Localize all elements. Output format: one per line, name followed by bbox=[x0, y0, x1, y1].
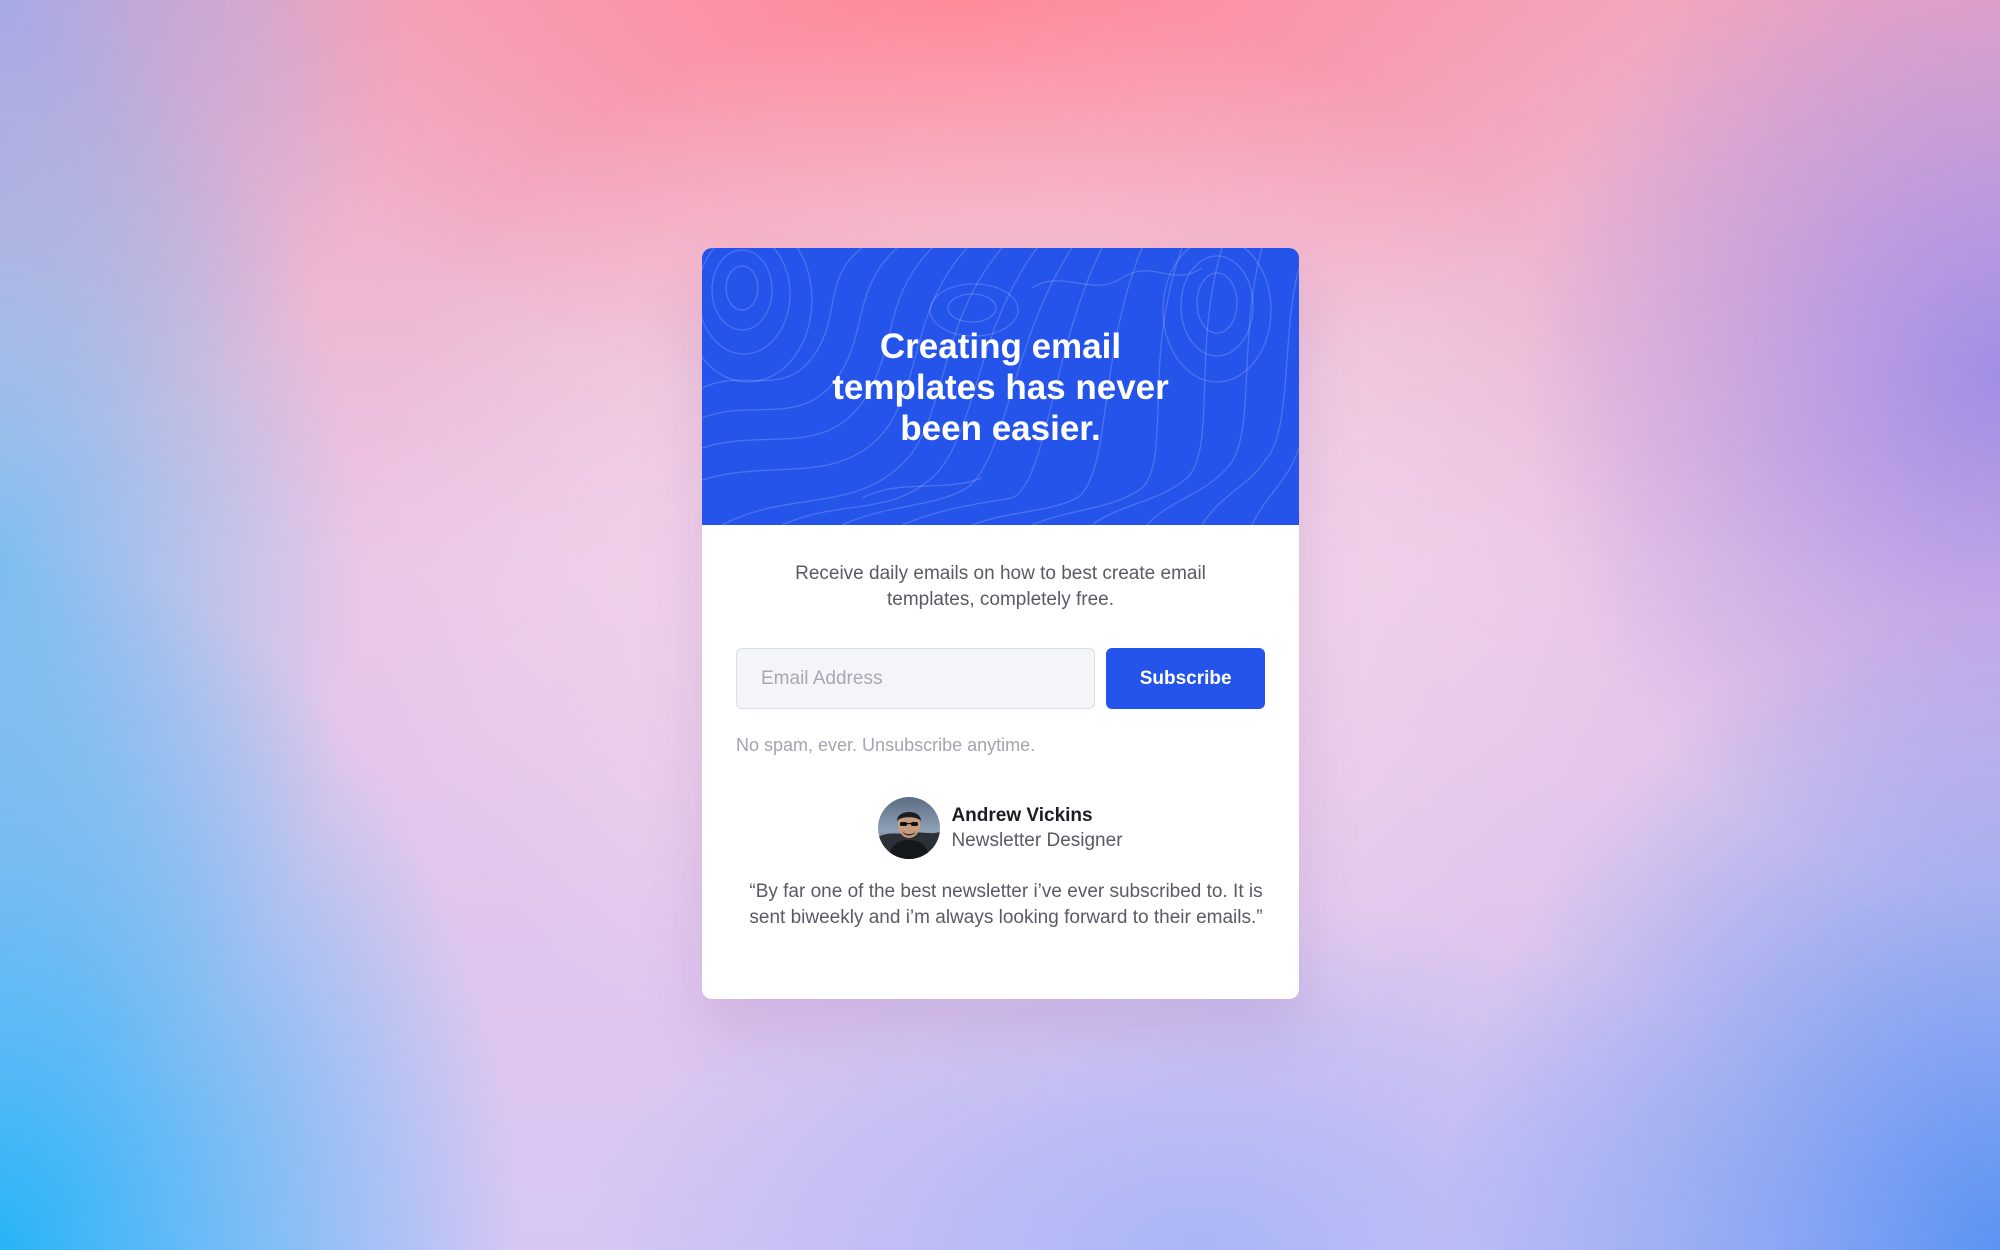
intro-text: Receive daily emails on how to best crea… bbox=[795, 563, 1206, 610]
author-meta: Andrew Vickins Newsletter Designer bbox=[951, 804, 1122, 853]
testimonial-quote: “By far one of the best newsletter i’ve … bbox=[749, 881, 1263, 928]
subscribe-form: Subscribe bbox=[736, 648, 1265, 709]
no-spam-notice: No spam, ever. Unsubscribe anytime. bbox=[736, 735, 1036, 755]
avatar bbox=[878, 797, 941, 859]
author-name: Andrew Vickins bbox=[951, 804, 1093, 826]
testimonial-author: Andrew Vickins Newsletter Designer bbox=[736, 797, 1265, 859]
author-photo bbox=[878, 797, 941, 859]
email-input[interactable] bbox=[736, 648, 1096, 709]
hero-banner: Creating email templates has never been … bbox=[702, 248, 1299, 525]
subscribe-button[interactable]: Subscribe bbox=[1106, 648, 1265, 709]
card-body: Receive daily emails on how to best crea… bbox=[702, 561, 1299, 931]
author-role: Newsletter Designer bbox=[951, 829, 1123, 851]
newsletter-card: Creating email templates has never been … bbox=[702, 248, 1299, 999]
hero-title: Creating email templates has never been … bbox=[832, 327, 1169, 448]
